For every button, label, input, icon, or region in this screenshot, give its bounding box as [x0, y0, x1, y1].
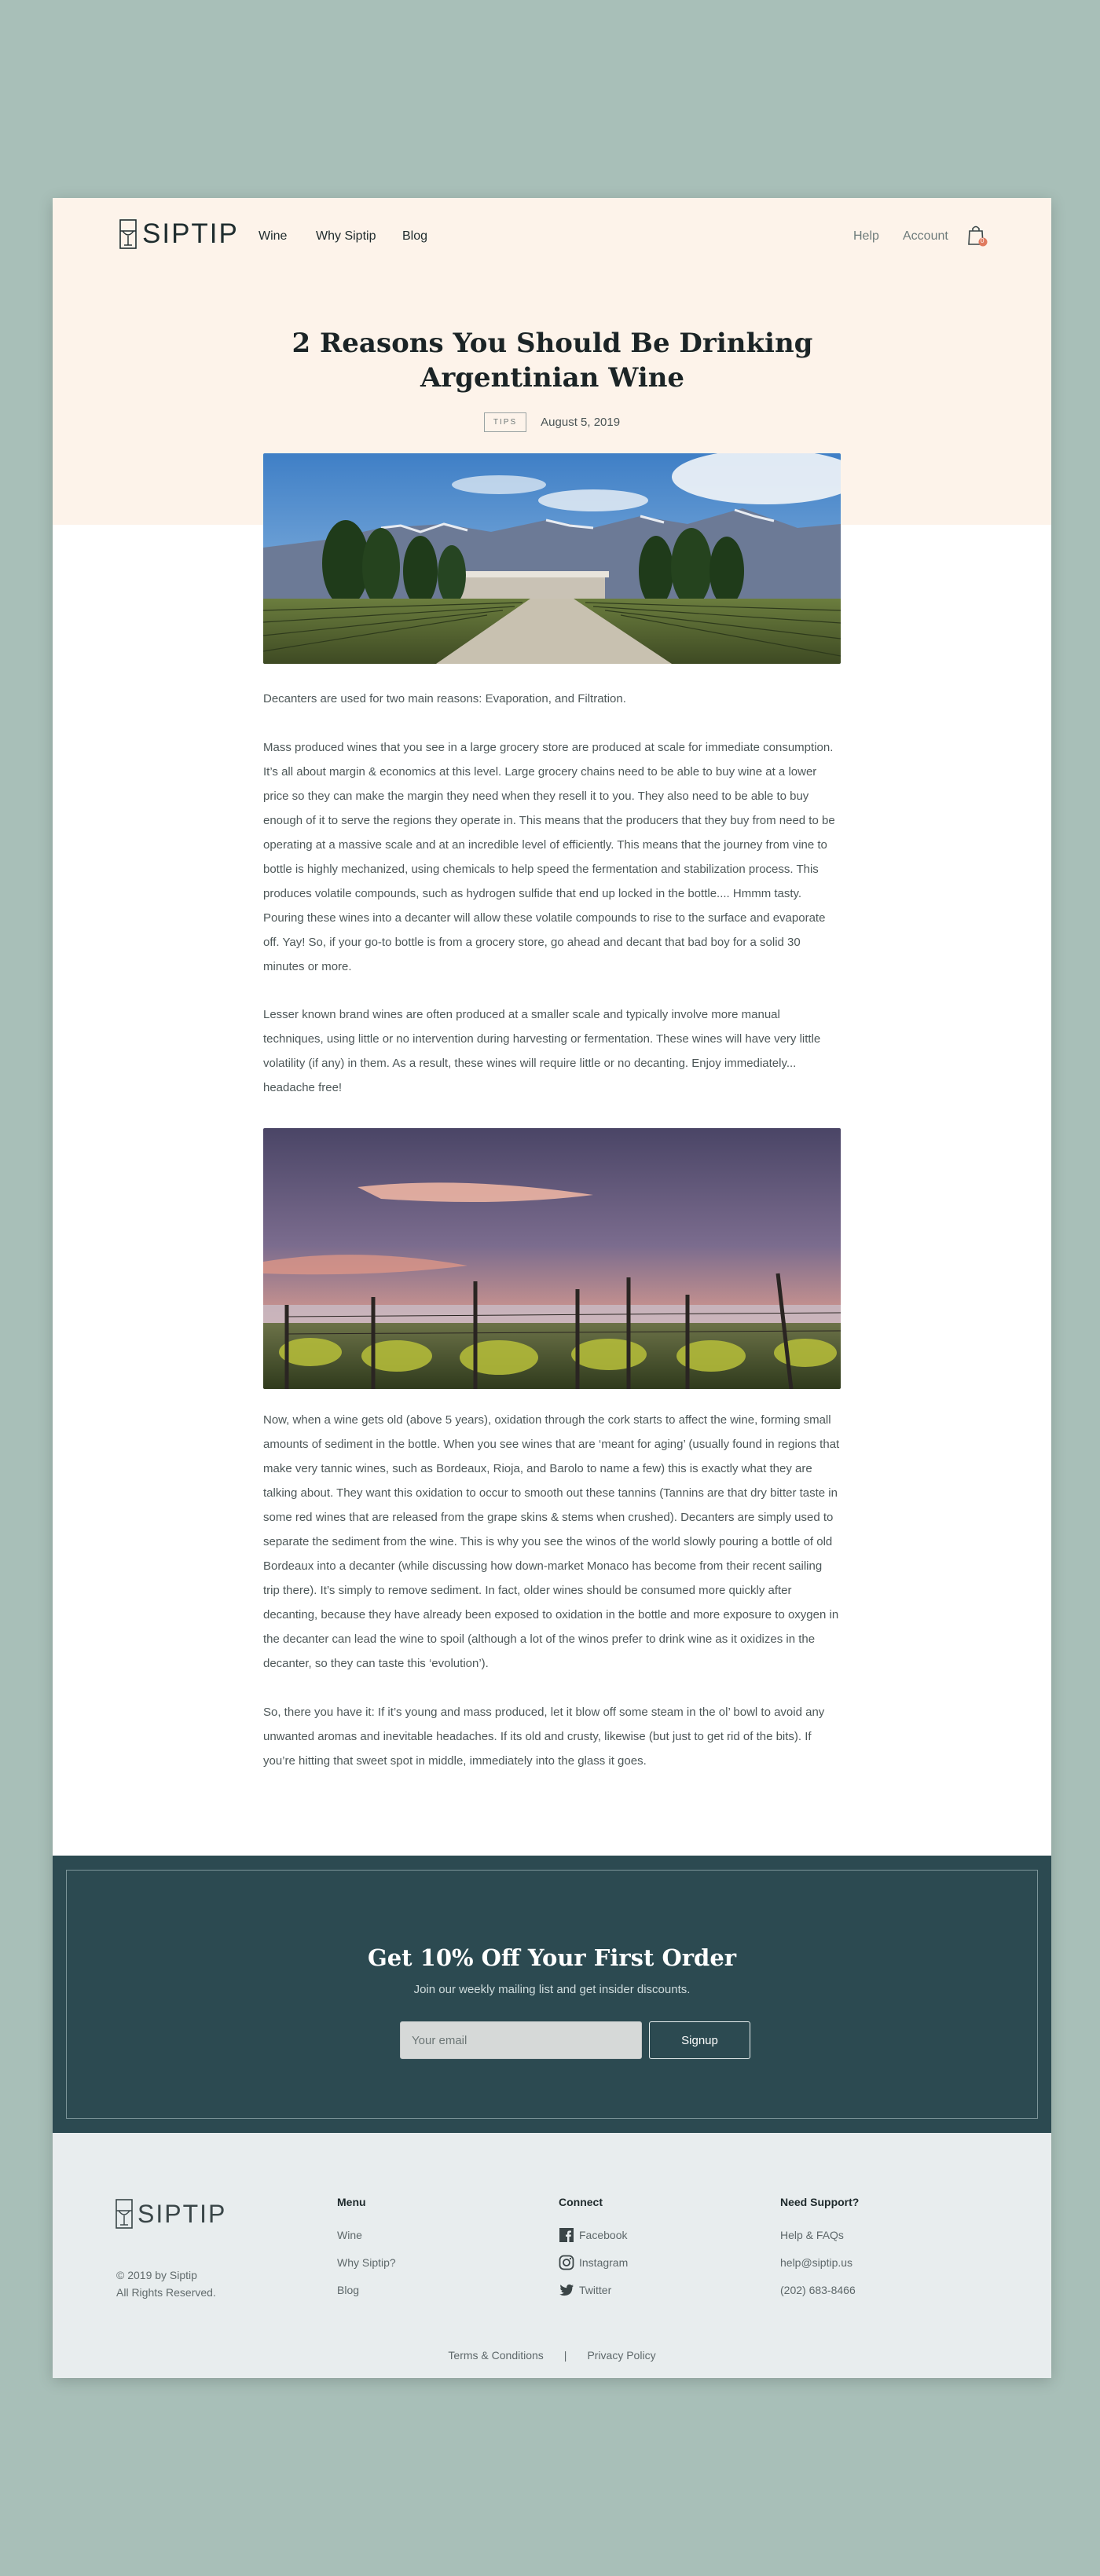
footer-logo-text: SIPTIP [138, 2199, 227, 2228]
newsletter-section: Get 10% Off Your First Order Join our we… [53, 1856, 1051, 2133]
footer-support-column: Need Support? Help & FAQs help@siptip.us… [780, 2196, 859, 2303]
footer-link-help-faqs[interactable]: Help & FAQs [780, 2221, 859, 2248]
legal-separator: | [563, 2349, 567, 2362]
article-paragraph: So, there you have it: If it’s young and… [263, 1706, 825, 1768]
footer-menu-heading: Menu [337, 2196, 366, 2208]
article-paragraph: Mass produced wines that you see in a la… [263, 741, 835, 973]
footer-connect-column: Connect Facebook Instagram Twitter [559, 2196, 628, 2303]
footer-link-why-siptip[interactable]: Why Siptip? [337, 2248, 396, 2276]
footer: SIPTIP © 2019 by Siptip All Rights Reser… [53, 2133, 1051, 2378]
footer-link-email[interactable]: help@siptip.us [780, 2248, 859, 2276]
article-date: August 5, 2019 [541, 416, 621, 429]
instagram-label: Instagram [579, 2255, 629, 2269]
article-tag-badge[interactable]: TIPS [483, 412, 527, 432]
article-meta: TIPS August 5, 2019 [53, 412, 1051, 432]
instagram-icon [559, 2255, 574, 2270]
newsletter-border: Get 10% Off Your First Order Join our we… [66, 1870, 1038, 2119]
terms-link[interactable]: Terms & Conditions [448, 2349, 543, 2362]
nav-link-wine[interactable]: Wine [258, 229, 287, 244]
article-paragraph: Decanters are used for two main reasons:… [263, 692, 626, 705]
copyright-text: © 2019 by Siptip [116, 2269, 197, 2281]
cart-count-badge: 0 [981, 237, 984, 244]
footer-link-twitter[interactable]: Twitter [559, 2276, 628, 2303]
sunset-vineyard-image [263, 1128, 841, 1389]
logo-text: SIPTIP [142, 218, 239, 249]
siptip-logo[interactable]: SIPTIP [119, 217, 239, 251]
facebook-label: Facebook [579, 2228, 628, 2241]
signup-button[interactable]: Signup [649, 2021, 750, 2059]
twitter-icon [559, 2284, 574, 2296]
footer-link-phone[interactable]: (202) 683-8466 [780, 2276, 859, 2303]
footer-support-heading: Need Support? [780, 2196, 860, 2208]
footer-legal: Terms & Conditions | Privacy Policy [53, 2349, 1051, 2362]
footer-link-blog[interactable]: Blog [337, 2276, 396, 2303]
twitter-label: Twitter [579, 2283, 612, 2296]
facebook-icon [559, 2227, 574, 2242]
nav-link-account[interactable]: Account [903, 229, 948, 244]
footer-copyright: © 2019 by Siptip All Rights Reserved. [116, 2266, 216, 2301]
footer-link-wine[interactable]: Wine [337, 2221, 396, 2248]
logo-glass-icon [119, 219, 137, 249]
top-nav: SIPTIP Wine Why Siptip Blog Help Account… [53, 198, 1051, 277]
footer-logo[interactable]: SIPTIP [115, 2198, 226, 2230]
rights-text: All Rights Reserved. [116, 2286, 216, 2299]
email-input[interactable] [400, 2021, 642, 2059]
nav-link-blog[interactable]: Blog [402, 229, 427, 244]
page-frame: SIPTIP Wine Why Siptip Blog Help Account… [53, 198, 1051, 2378]
shopping-bag-icon [968, 225, 988, 247]
footer-link-facebook[interactable]: Facebook [559, 2221, 628, 2248]
newsletter-title: Get 10% Off Your First Order [367, 1944, 737, 1971]
logo-glass-icon [116, 2199, 133, 2229]
article-paragraph: Now, when a wine gets old (above 5 years… [263, 1413, 840, 1670]
vineyard-mountain-image [263, 453, 841, 664]
privacy-link[interactable]: Privacy Policy [587, 2349, 655, 2362]
footer-menu-column: Menu Wine Why Siptip? Blog [337, 2196, 396, 2303]
cart-button[interactable]: 0 [967, 224, 988, 247]
article-paragraph: Lesser known brand wines are often produ… [263, 1008, 821, 1094]
nav-link-why-siptip[interactable]: Why Siptip [316, 229, 376, 244]
article-title: 2 Reasons You Should Be Drinking Argenti… [292, 328, 813, 394]
newsletter-subtitle: Join our weekly mailing list and get ins… [413, 1983, 691, 1996]
footer-connect-heading: Connect [559, 2196, 603, 2208]
nav-link-help[interactable]: Help [853, 229, 879, 244]
footer-link-instagram[interactable]: Instagram [559, 2248, 628, 2276]
